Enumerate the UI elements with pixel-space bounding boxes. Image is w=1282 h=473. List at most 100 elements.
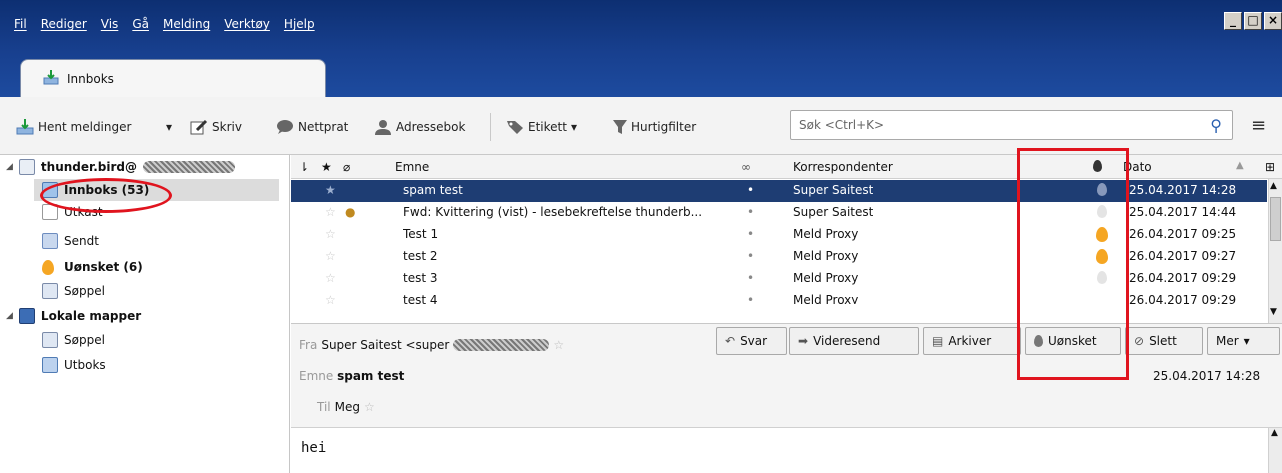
annotation-oval [40,178,172,213]
read-dot-icon[interactable]: • [747,293,754,304]
flame-icon [42,259,54,275]
scroll-up-icon[interactable]: ▲ [1270,181,1277,191]
star-icon[interactable]: ☆ [325,227,336,241]
chat-label: Nettprat [298,120,349,134]
attachment-column-icon[interactable]: ⌀ [343,160,350,174]
star-icon[interactable]: ☆ [364,400,375,414]
quick-filter-label: Hurtigfilter [631,120,697,134]
subject-value: spam test [337,369,405,383]
write-label: Skriv [212,120,242,134]
tag-button[interactable]: Etikett ▾ [506,118,577,136]
correspondents-column[interactable]: Korrespondenter [793,160,893,174]
message-correspondent: Super Saitest [793,183,874,197]
quick-filter-button[interactable]: Hurtigfilter [613,118,696,136]
star-icon[interactable]: ☆ [325,271,336,285]
folder-sent[interactable]: Sendt [42,231,99,251]
menu-go[interactable]: Gå [132,17,149,31]
chat-bubble-icon [277,120,293,134]
person-icon [375,120,391,135]
star-icon[interactable]: ☆ [325,293,336,304]
write-button[interactable]: Skriv [190,118,242,136]
message-date: 25.04.2017 14:28 [1129,183,1237,197]
menu-message[interactable]: Melding [163,17,210,31]
more-label: Mer [1216,334,1239,348]
folder-trash[interactable]: Søppel [42,281,105,301]
reply-button[interactable]: ↶ Svar [716,327,787,355]
folder-local-trash[interactable]: Søppel [42,330,105,350]
collapse-icon[interactable]: ◢ [6,311,13,321]
read-column-icon[interactable]: ∞ [741,160,751,174]
address-book-button[interactable]: Adressebok [374,118,465,136]
read-dot-icon[interactable]: • [747,205,754,219]
folder-label: Utboks [64,358,106,372]
local-folders[interactable]: ◢ Lokale mapper [6,306,141,326]
to-label: Til [317,400,331,414]
get-messages-button[interactable]: Hent meldinger [16,118,131,136]
local-folders-label: Lokale mapper [40,309,142,323]
forward-button[interactable]: ➡ Videresend [789,327,919,355]
to-row: Til Meg ☆ [317,400,375,414]
forward-icon: ➡ [798,334,809,348]
more-button[interactable]: Mer ▾ [1207,327,1280,355]
from-row: Fra Super Saitest <super ☆ [299,338,564,352]
read-dot-icon[interactable]: • [747,271,754,285]
mail-account-icon [18,159,35,175]
search-icon[interactable]: ⚲ [1210,116,1222,135]
star-icon[interactable]: ★ [325,183,336,197]
maximize-icon[interactable]: □ [1244,12,1262,30]
minimize-icon[interactable]: _ [1224,12,1242,30]
annotation-rectangle [1017,148,1129,380]
to-value[interactable]: Meg [335,400,360,414]
get-messages-dropdown[interactable]: ▾ [166,118,172,136]
close-icon[interactable]: × [1264,12,1282,30]
folder-junk[interactable]: Uønsket (6) [42,257,143,277]
message-body-text: hei [301,440,327,456]
account-thunderbird[interactable]: ◢ thunder.bird@ [6,157,235,177]
main-toolbar: Hent meldinger ▾ Skriv Nettprat Adresseb… [0,97,1282,155]
menu-file[interactable]: Fil [14,17,27,31]
menu-edit[interactable]: Rediger [41,17,87,31]
read-dot-icon[interactable]: • [747,249,754,263]
message-correspondent: Meld Proxy [793,271,859,285]
collapse-icon[interactable]: ◢ [6,162,13,172]
message-list-header: ⇂ ★ ⌀ Emne ∞ Korrespondenter Dato ▲ ⊞ [291,155,1282,179]
archive-button[interactable]: ▤ Arkiver [923,327,1021,355]
message-correspondent: Meld Proxy [793,227,859,241]
body-scrollbar[interactable]: ▲ [1268,428,1282,473]
folder-label: Søppel [64,333,105,347]
menu-view[interactable]: Vis [101,17,119,31]
delete-icon: ⊘ [1134,334,1145,348]
star-icon[interactable]: ☆ [325,249,336,263]
menu-help[interactable]: Hjelp [284,17,315,31]
scroll-thumb[interactable] [1270,197,1281,241]
delete-button[interactable]: ⊘ Slett [1125,327,1203,355]
archive-label: Arkiver [948,334,992,348]
tab-inbox[interactable]: Innboks [20,59,326,97]
read-dot-icon[interactable]: • [747,183,754,197]
thread-column-icon[interactable]: ⇂ [299,160,309,174]
chevron-down-icon: ▾ [570,120,577,134]
column-picker-icon[interactable]: ⊞ [1265,160,1275,174]
message-list-scrollbar[interactable]: ▲ ▼ [1268,179,1282,323]
search-input[interactable]: Søk <Ctrl+K> ⚲ [790,110,1233,140]
chevron-down-icon: ▾ [166,120,173,134]
app-menu-icon[interactable]: ≡ [1251,115,1266,136]
folder-outbox[interactable]: Utboks [42,355,106,375]
read-dot-icon[interactable]: • [747,227,754,241]
title-bar: Fil Rediger Vis Gå Melding Verktøy Hjelp… [0,0,1282,97]
filter-icon [613,120,627,134]
account-label: thunder.bird@ [40,160,137,174]
star-column-icon[interactable]: ★ [321,160,332,174]
message-subject: Fwd: Kvittering (vist) - lesebekreftelse… [403,205,703,219]
star-icon[interactable]: ☆ [325,205,336,219]
chat-button[interactable]: Nettprat [276,118,348,136]
scroll-down-icon[interactable]: ▼ [1270,307,1277,317]
message-date: 26.04.2017 09:29 [1129,293,1237,304]
message-subject: Test 1 [403,227,439,241]
message-date: 25.04.2017 14:44 [1129,205,1237,219]
subject-column[interactable]: Emne [395,160,429,174]
from-value[interactable]: Super Saitest <super [321,338,449,352]
star-icon[interactable]: ☆ [553,338,564,352]
menu-tools[interactable]: Verktøy [224,17,270,31]
window-controls: _ □ × [1224,12,1282,30]
